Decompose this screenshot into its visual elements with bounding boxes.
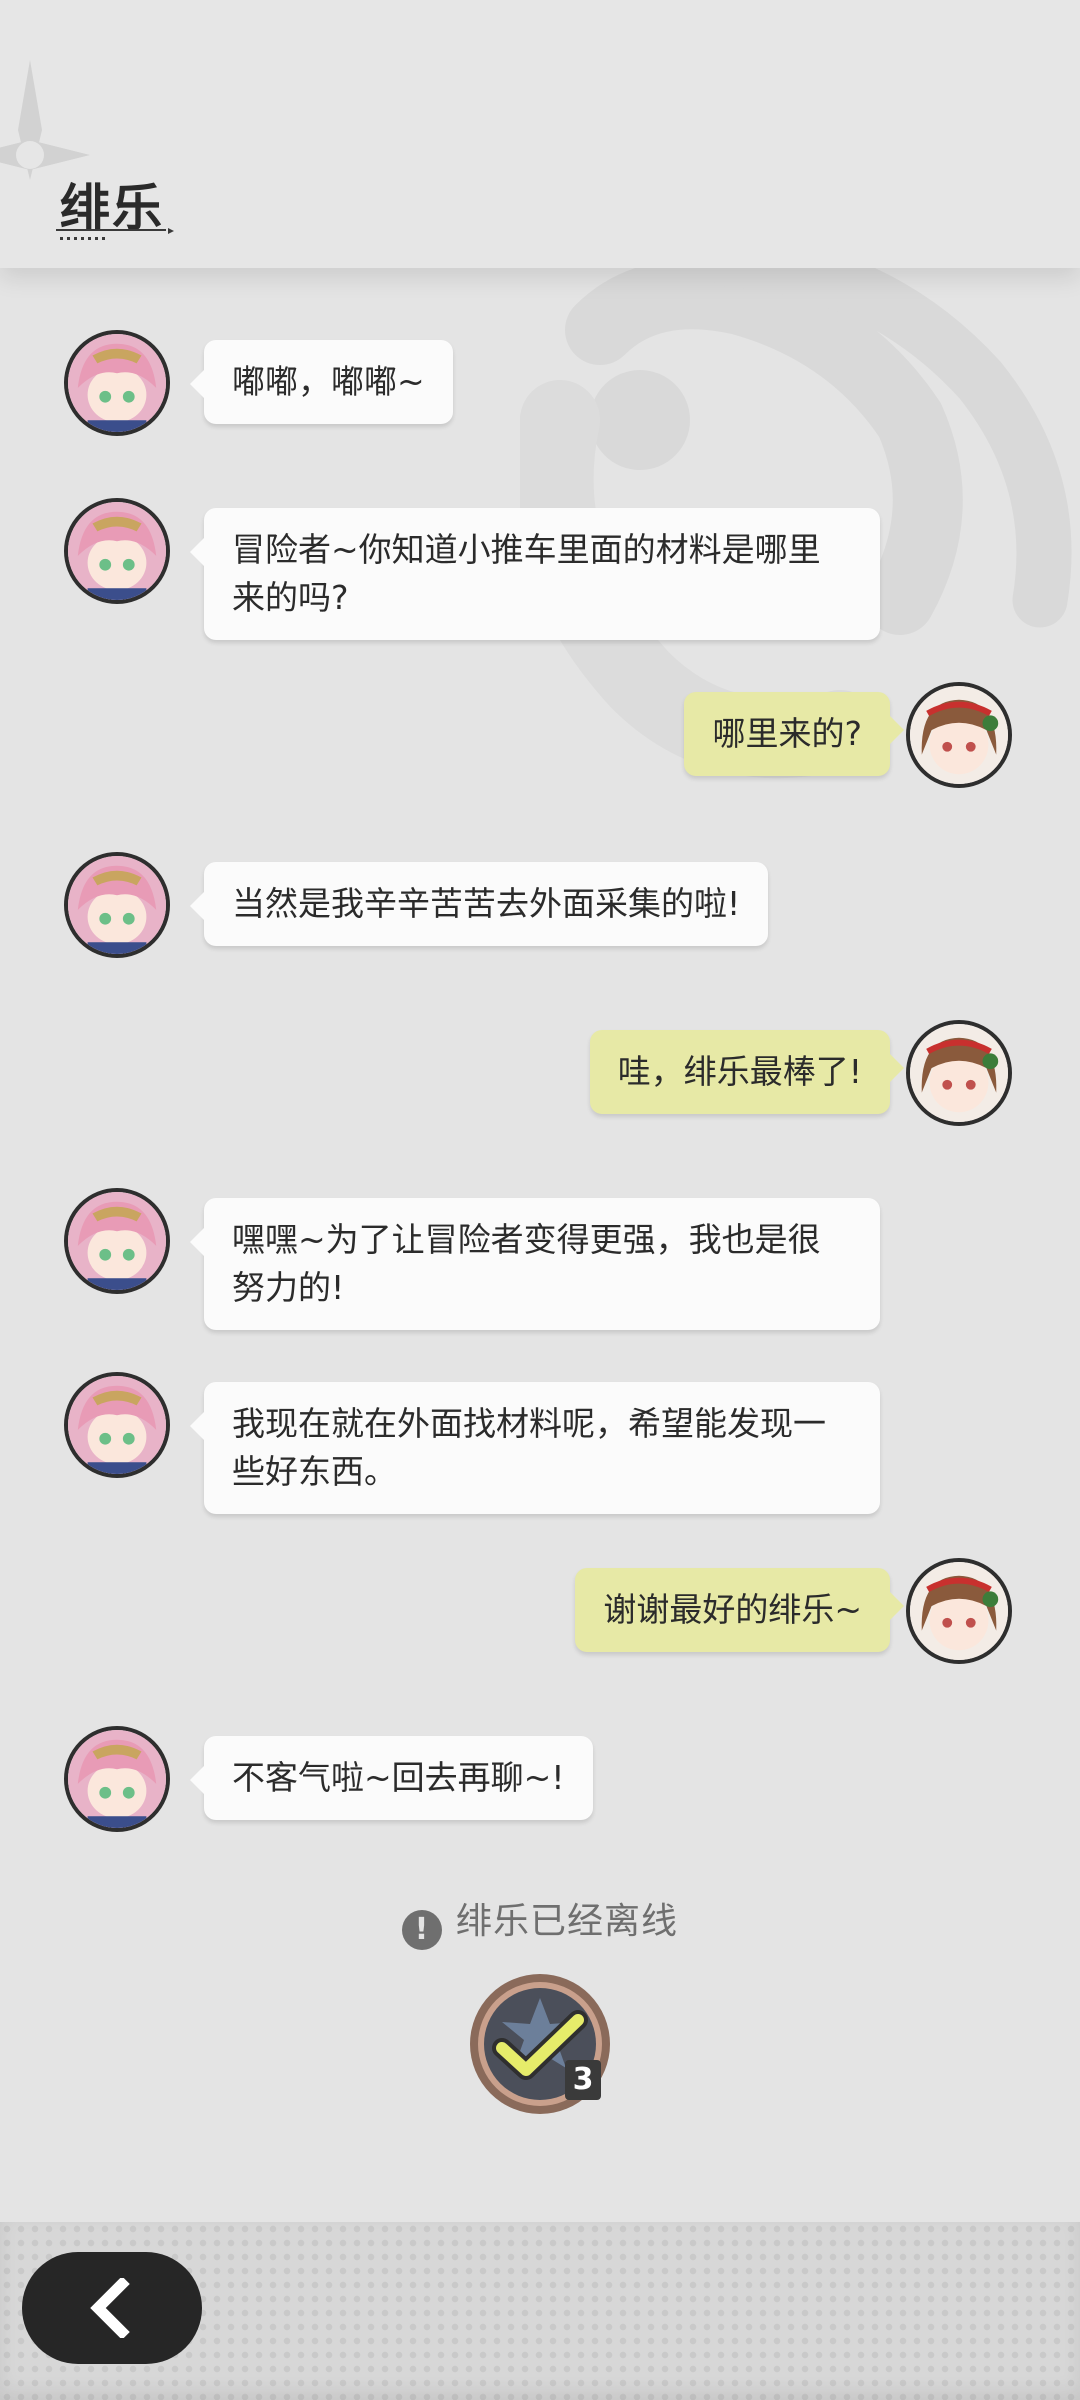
pink-hair-girl-icon — [68, 1192, 166, 1290]
chat-log[interactable]: 嘟嘟，嘟嘟~ 冒险者~你知道小推车里面的材料是哪里来的吗? 哪里来的? 当然是我… — [0, 0, 1080, 2400]
npc-avatar[interactable] — [64, 1188, 170, 1294]
npc-avatar[interactable] — [64, 330, 170, 436]
pink-hair-girl-icon — [68, 502, 166, 600]
player-avatar[interactable] — [906, 1558, 1012, 1664]
npc-message-bubble: 嘿嘿~为了让冒险者变得更强，我也是很努力的! — [190, 1198, 880, 1330]
brown-hair-girl-icon — [910, 1562, 1008, 1660]
npc-message-bubble: 我现在就在外面找材料呢，希望能发现一些好东西。 — [190, 1382, 880, 1514]
npc-avatar[interactable] — [64, 498, 170, 604]
player-message-bubble: 谢谢最好的绯乐~ — [575, 1568, 904, 1652]
npc-message-bubble: 嘟嘟，嘟嘟~ — [190, 340, 453, 424]
npc-avatar[interactable] — [64, 1726, 170, 1832]
brown-hair-girl-icon — [910, 1024, 1008, 1122]
offline-text: 绯乐已经离线 — [455, 1901, 678, 1942]
npc-message-bubble: 冒险者~你知道小推车里面的材料是哪里来的吗? — [190, 508, 880, 640]
exclamation-icon: ! — [401, 1910, 442, 1950]
pink-hair-girl-icon — [68, 856, 166, 954]
player-avatar[interactable] — [906, 1020, 1012, 1126]
offline-status: ! 绯乐已经离线 — [0, 1892, 1080, 1950]
player-message-bubble: 哇，绯乐最棒了! — [589, 1030, 905, 1114]
chat-header: 绯乐 — [0, 0, 1080, 268]
brown-hair-girl-icon — [910, 686, 1008, 784]
npc-avatar[interactable] — [64, 852, 170, 958]
npc-message-bubble: 不客气啦~回去再聊~! — [190, 1736, 593, 1820]
npc-message-bubble: 当然是我辛辛苦苦去外面采集的啦! — [189, 862, 769, 946]
npc-avatar[interactable] — [64, 1372, 170, 1478]
pink-hair-girl-icon — [68, 1376, 166, 1474]
player-avatar[interactable] — [906, 682, 1012, 788]
reward-count-badge: 3 — [565, 2060, 601, 2100]
title-underline — [56, 228, 174, 240]
pink-hair-girl-icon — [68, 334, 166, 432]
pink-hair-girl-icon — [68, 1730, 166, 1828]
player-message-bubble: 哪里来的? — [684, 692, 904, 776]
